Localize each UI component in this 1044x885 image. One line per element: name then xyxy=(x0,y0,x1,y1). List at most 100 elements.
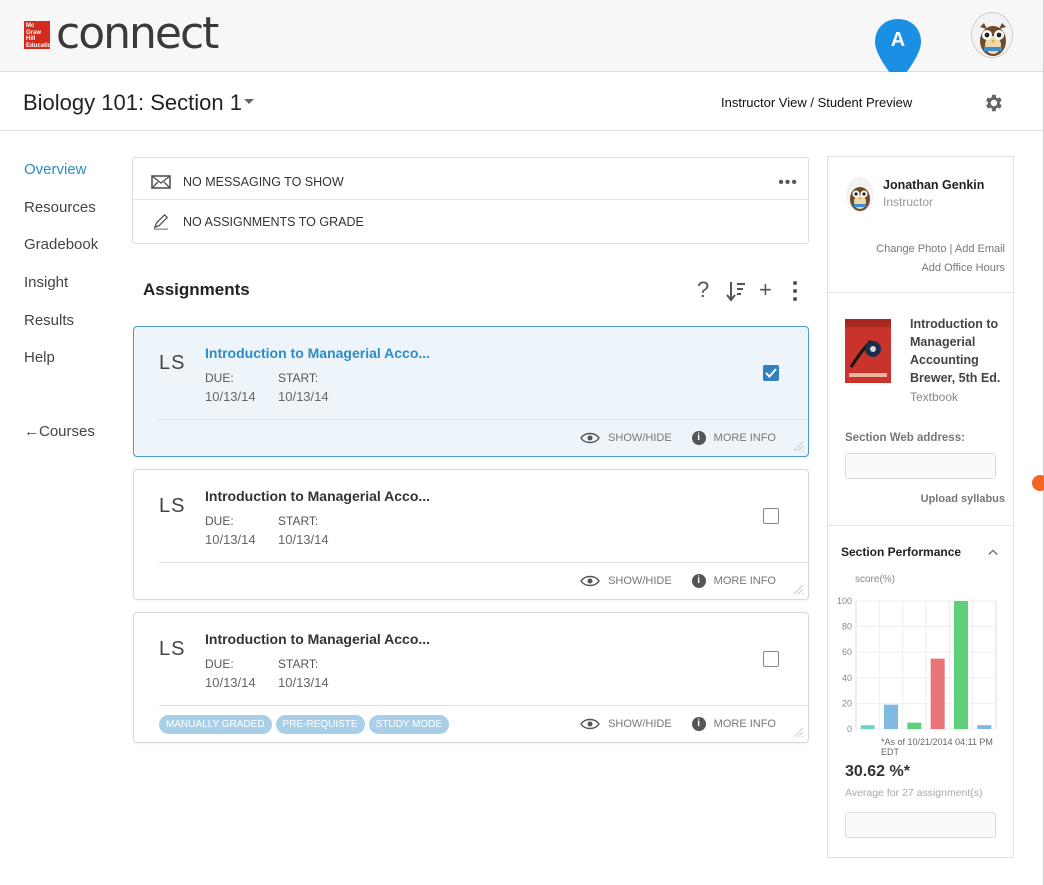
course-bar: Biology 101: Section 1 Instructor View /… xyxy=(0,72,1044,131)
sort-icon[interactable] xyxy=(726,280,746,308)
envelope-icon xyxy=(151,175,171,189)
textbook-cover[interactable] xyxy=(845,319,891,383)
help-icon[interactable]: ? xyxy=(697,277,709,303)
performance-input[interactable] xyxy=(845,812,996,838)
show-hide-button[interactable]: SHOW/HIDE xyxy=(608,718,672,730)
assignment-checkbox[interactable] xyxy=(763,508,779,524)
nav-item-help[interactable]: Help xyxy=(24,348,98,386)
assignment-title[interactable]: Introduction to Managerial Acco... xyxy=(205,345,430,361)
assignment-checkbox[interactable] xyxy=(763,365,779,381)
nav-item-results[interactable]: Results xyxy=(24,311,98,349)
textbook-type: Textbook xyxy=(910,390,959,404)
info-icon[interactable]: i xyxy=(691,717,706,731)
messages-panel: NO MESSAGING TO SHOW NO ASSIGNMENTS TO G… xyxy=(132,157,809,244)
messaging-text: NO MESSAGING TO SHOW xyxy=(183,175,344,189)
assignment-card[interactable]: LS Introduction to Managerial Acco... DU… xyxy=(133,612,809,743)
assignment-type: LS xyxy=(159,495,186,517)
chart-y-tick-label: 0 xyxy=(847,724,852,734)
chart-y-tick-label: 80 xyxy=(842,622,852,632)
section-web-address-input[interactable] xyxy=(845,453,996,479)
add-office-hours-link[interactable]: Add Office Hours xyxy=(921,262,1005,274)
due-label: DUE: xyxy=(205,657,234,671)
due-date: 10/13/14 xyxy=(205,532,256,547)
left-nav: Overview Resources Gradebook Insight Res… xyxy=(24,160,98,386)
more-info-button[interactable]: MORE INFO xyxy=(714,718,776,730)
user-avatar[interactable] xyxy=(971,12,1013,58)
resize-grip-icon[interactable] xyxy=(792,726,804,738)
tag-pre-requisite[interactable]: PRE-REQUISTE xyxy=(275,715,365,734)
chart-y-label: score(%) xyxy=(855,574,896,585)
assignment-title[interactable]: Introduction to Managerial Acco... xyxy=(205,631,430,647)
grading-row: NO ASSIGNMENTS TO GRADE xyxy=(151,212,364,232)
info-icon[interactable]: i xyxy=(691,431,706,445)
add-assignment-icon[interactable]: + xyxy=(759,277,772,303)
view-mode-label[interactable]: Instructor View / Student Preview xyxy=(721,95,912,110)
card-actions: SHOW/HIDE i MORE INFO xyxy=(580,717,776,731)
chart-y-tick-label: 40 xyxy=(842,673,852,683)
instructor-name: Jonathan Genkin xyxy=(883,178,985,192)
assignment-card[interactable]: LS Introduction to Managerial Acco... DU… xyxy=(133,326,809,457)
assignments-heading: Assignments xyxy=(143,280,250,299)
instructor-role: Instructor xyxy=(883,195,934,209)
assignment-tags: MANUALLY GRADED PRE-REQUISTE STUDY MODE xyxy=(159,715,450,734)
eye-icon[interactable] xyxy=(580,718,600,730)
assignment-card[interactable]: LS Introduction to Managerial Acco... DU… xyxy=(133,469,809,600)
profile-links: Change Photo | Add Email xyxy=(876,243,1005,255)
section-performance-title: Section Performance xyxy=(841,545,962,559)
chevron-up-icon[interactable] xyxy=(988,547,998,557)
start-date: 10/13/14 xyxy=(278,532,329,547)
chart-bar[interactable] xyxy=(954,601,968,729)
due-date: 10/13/14 xyxy=(205,389,256,404)
notification-dot-icon[interactable] xyxy=(1032,475,1044,491)
chart-bar[interactable] xyxy=(930,658,945,729)
section-web-address-label: Section Web address: xyxy=(845,432,965,444)
nav-item-overview[interactable]: Overview xyxy=(24,160,98,198)
gear-icon[interactable] xyxy=(982,92,1004,114)
connect-logo[interactable]: connect xyxy=(56,8,219,59)
chevron-down-icon[interactable] xyxy=(244,99,254,104)
chart-bar[interactable] xyxy=(860,725,875,729)
pencil-icon xyxy=(153,214,169,230)
average-caption: Average for 27 assignment(s) xyxy=(845,787,983,799)
change-photo-link[interactable]: Change Photo xyxy=(876,243,946,255)
due-label: DUE: xyxy=(205,514,234,528)
divider xyxy=(159,705,808,706)
assignment-title[interactable]: Introduction to Managerial Acco... xyxy=(205,488,430,504)
section-performance-chart: 0 20 40 60 80 100 xyxy=(837,596,997,734)
more-menu-icon[interactable]: ••• xyxy=(778,175,798,191)
courses-link[interactable]: ←Courses xyxy=(24,423,95,440)
instructor-avatar xyxy=(846,177,874,213)
nav-item-insight[interactable]: Insight xyxy=(24,273,98,311)
assignment-type: LS xyxy=(159,352,186,374)
start-label: START: xyxy=(278,657,319,671)
top-bar: Mc Graw Hill Education connect A xyxy=(0,0,1044,83)
nav-item-resources[interactable]: Resources xyxy=(24,198,98,236)
due-date: 10/13/14 xyxy=(205,675,256,690)
assignment-checkbox[interactable] xyxy=(763,651,779,667)
course-title[interactable]: Biology 101: Section 1 xyxy=(23,90,242,116)
textbook-title[interactable]: Introduction to Managerial Accounting Br… xyxy=(910,315,1010,387)
tag-manually-graded[interactable]: MANUALLY GRADED xyxy=(159,715,272,734)
chart-bar[interactable] xyxy=(977,725,992,729)
chart-bar[interactable] xyxy=(907,722,922,729)
average-score: 30.62 %* xyxy=(845,763,910,780)
more-info-button[interactable]: MORE INFO xyxy=(714,575,776,587)
chart-bar[interactable] xyxy=(884,704,898,729)
show-hide-button[interactable]: SHOW/HIDE xyxy=(608,575,672,587)
divider xyxy=(159,562,808,563)
start-label: START: xyxy=(278,514,319,528)
add-email-link[interactable]: Add Email xyxy=(955,243,1005,255)
resize-grip-icon[interactable] xyxy=(792,440,804,452)
nav-item-gradebook[interactable]: Gradebook xyxy=(24,235,98,273)
upload-syllabus-link[interactable]: Upload syllabus xyxy=(921,493,1005,505)
eye-icon[interactable] xyxy=(580,575,600,587)
card-actions: SHOW/HIDE i MORE INFO xyxy=(580,431,776,445)
chart-y-tick-label: 20 xyxy=(842,698,852,708)
info-icon[interactable]: i xyxy=(691,574,706,588)
resize-grip-icon[interactable] xyxy=(792,583,804,595)
eye-icon[interactable] xyxy=(580,432,600,444)
tag-study-mode[interactable]: STUDY MODE xyxy=(368,715,450,734)
kebab-menu-icon[interactable] xyxy=(791,280,799,308)
show-hide-button[interactable]: SHOW/HIDE xyxy=(608,432,672,444)
more-info-button[interactable]: MORE INFO xyxy=(714,432,776,444)
